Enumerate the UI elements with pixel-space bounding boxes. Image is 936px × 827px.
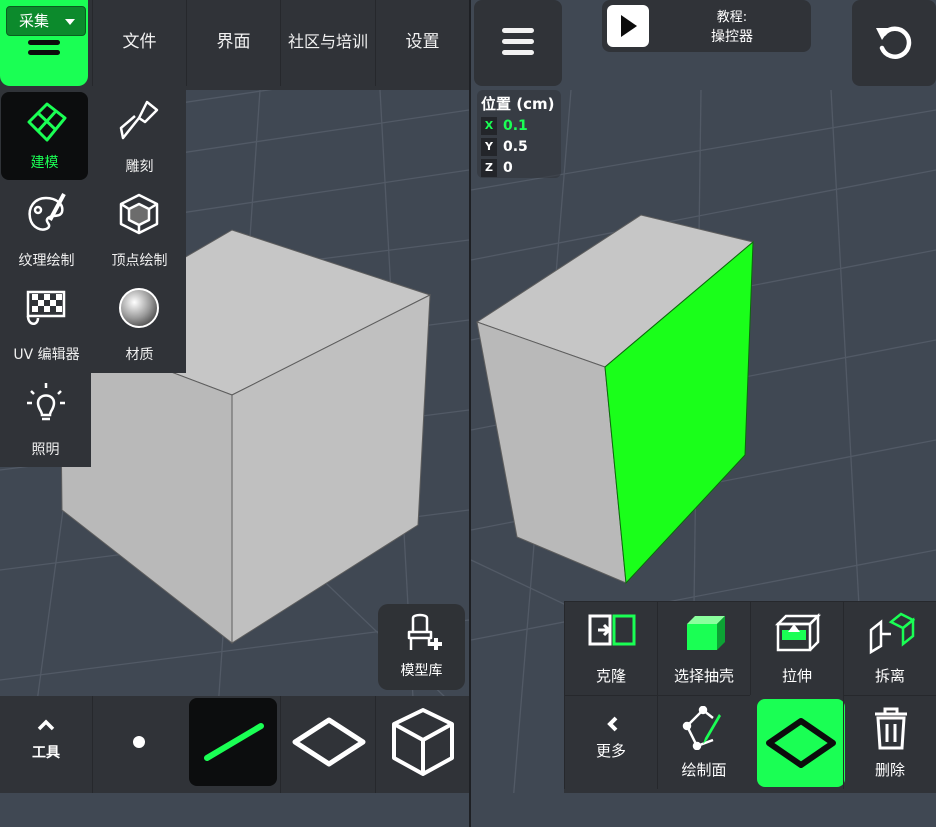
z-axis-label: Z [481,159,497,177]
extrude-icon [774,612,822,652]
extrude-button[interactable]: 拉伸 [750,601,843,695]
lightbulb-icon [27,383,65,421]
mode-label: 纹理绘制 [18,253,75,269]
position-title: 位置 (cm) [481,95,555,113]
menu-settings[interactable]: 设置 [375,0,469,86]
mode-lighting[interactable]: 照明 [0,373,91,467]
y-axis-label: Y [481,138,497,156]
selection-toolbar: 工具 [0,696,469,793]
trash-icon [875,707,907,750]
mode-label: UV 编辑器 [13,347,80,363]
tools-label: 工具 [32,745,60,761]
menu-file[interactable]: 文件 [92,0,186,86]
mode-label: 建模 [30,155,59,171]
modeling-grid-icon [27,102,67,142]
edge-line-icon [204,723,264,761]
tutorial-name: 操控器 [711,29,753,45]
more-label: 更多 [595,742,626,760]
position-readout: 位置 (cm) X 0.1 Y 0.5 Z 0 [477,90,561,178]
draw-face-label: 绘制面 [681,761,727,779]
left-viewport-panel: 采集 文件 界面 社区与培训 设置 建模 雕刻 纹理绘制 顶点绘制 UV 编辑器… [0,0,469,827]
x-value: 0.1 [503,118,528,134]
draw-face-icon [682,706,721,750]
detach-button[interactable]: 拆离 [843,601,936,695]
chevron-up-icon [37,719,55,731]
x-axis-label: X [481,117,497,135]
chevron-left-icon [607,716,618,732]
draw-face-button[interactable]: 绘制面 [657,695,750,789]
right-menu-button[interactable] [474,0,562,86]
tools-button[interactable]: 工具 [0,696,92,793]
caret-down-icon [65,19,75,25]
select-shell-label: 选择抽壳 [673,667,734,685]
delete-button[interactable]: 删除 [843,695,936,789]
face-tools-grid: 克隆 选择抽壳 拉伸 拆离 更多 绘制面 删除 [564,601,936,793]
y-value: 0.5 [503,139,528,155]
mode-modeling[interactable]: 建模 [1,92,88,180]
sculpt-knife-icon [119,100,159,140]
position-z-row[interactable]: Z 0 [477,158,561,178]
model-library-label: 模型库 [400,663,443,679]
mode-sculpt[interactable]: 雕刻 [93,90,186,184]
uv-checker-icon [26,290,66,325]
face-diamond-icon [766,718,836,768]
undo-button[interactable] [852,0,936,86]
palette-brush-icon [28,193,66,231]
clone-button[interactable]: 克隆 [564,601,657,695]
clone-icon [588,614,636,646]
vertex-cube-icon [119,193,159,235]
mode-label: 材质 [125,347,154,363]
tutorial-label: 教程: [716,10,748,25]
tutorial-button[interactable]: 教程: 操控器 [602,0,811,52]
position-y-row[interactable]: Y 0.5 [477,137,561,157]
vertex-dot-icon [133,736,145,748]
menu-community[interactable]: 社区与培训 [280,0,375,86]
z-value: 0 [503,160,513,176]
mode-label: 照明 [31,442,60,458]
face-diamond-icon [292,717,366,767]
collect-label: 采集 [19,12,50,30]
mode-texture-paint[interactable]: 纹理绘制 [0,184,93,278]
shell-cube-icon [687,616,725,650]
mode-uv-editor[interactable]: UV 编辑器 [0,278,93,372]
object-cube-icon [392,708,454,776]
mode-vertex-paint[interactable]: 顶点绘制 [93,184,186,278]
hamburger-icon [502,28,534,61]
menu-interface[interactable]: 界面 [186,0,280,86]
delete-label: 删除 [874,761,905,779]
detach-label: 拆离 [874,667,905,685]
face-select-active-button[interactable] [757,699,845,787]
select-object-button[interactable] [375,696,468,793]
detach-icon [869,612,915,655]
mode-label: 雕刻 [125,159,154,175]
material-sphere-icon [119,288,159,328]
select-face-button[interactable] [280,696,373,793]
chair-plus-icon [407,613,442,650]
right-viewport-panel: 教程: 操控器 位置 (cm) X 0.1 Y 0.5 Z 0 克隆 选择抽壳 … [471,0,936,827]
play-icon [607,5,649,47]
select-vertex-button[interactable] [92,696,185,793]
undo-icon [876,26,912,59]
position-x-row[interactable]: X 0.1 [477,116,561,136]
more-button[interactable]: 更多 [564,695,657,789]
select-edge-button[interactable] [189,698,277,786]
right-bottom-strip [471,793,936,827]
mode-material[interactable]: 材质 [93,278,186,372]
main-menu-bar: 采集 文件 界面 社区与培训 设置 [0,0,469,90]
clone-label: 克隆 [595,667,626,685]
mode-grid: 建模 雕刻 纹理绘制 顶点绘制 UV 编辑器 材质 [0,90,186,373]
left-bottom-strip [0,793,469,827]
extrude-label: 拉伸 [781,667,812,685]
mode-label: 顶点绘制 [111,253,168,269]
collect-dropdown[interactable]: 采集 [6,6,86,36]
model-library-button[interactable]: 模型库 [378,604,465,690]
select-shell-button[interactable]: 选择抽壳 [657,601,750,695]
